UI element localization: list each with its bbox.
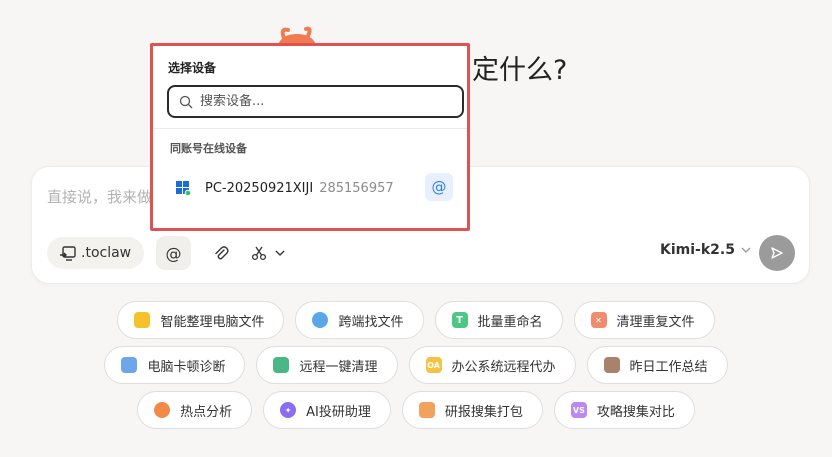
chevron-down-icon[interactable] xyxy=(275,249,285,257)
chip-report-pack[interactable]: 研报搜集打包 xyxy=(401,391,543,429)
chip-find-files[interactable]: 跨端找文件 xyxy=(295,301,424,339)
popover-divider xyxy=(153,128,467,129)
device-search-input[interactable] xyxy=(200,94,440,109)
chip-pc-diagnosis[interactable]: 电脑卡顿诊断 xyxy=(104,346,246,384)
at-icon: @ xyxy=(165,243,182,263)
quick-actions-row-2: 电脑卡顿诊断 远程一键清理 OA 办公系统远程代办 昨日工作总结 xyxy=(0,346,832,384)
chip-ai-research[interactable]: ✦ AI投研助理 xyxy=(263,391,391,429)
online-devices-label: 同账号在线设备 xyxy=(170,142,247,155)
chip-label: 远程一键清理 xyxy=(299,359,378,375)
chip-clean-duplicates[interactable]: ✕ 清理重复文件 xyxy=(573,301,715,339)
t-icon: T xyxy=(451,312,468,328)
oa-icon: OA xyxy=(425,357,442,373)
chip-label: 电脑卡顿诊断 xyxy=(147,359,226,375)
chip-yesterday-summary[interactable]: 昨日工作总结 xyxy=(586,346,728,384)
sparkle-icon: ✦ xyxy=(280,402,297,418)
chip-label: 清理重复文件 xyxy=(616,314,695,330)
quick-actions-row-1: 智能整理电脑文件 跨端找文件 T 批量重命名 ✕ 清理重复文件 xyxy=(0,301,832,339)
flame-icon xyxy=(154,402,171,418)
send-icon xyxy=(771,247,783,259)
quick-actions-row-3: 热点分析 ✦ AI投研助理 研报搜集打包 VS 攻略搜集对比 xyxy=(0,391,832,429)
chip-hot-topics[interactable]: 热点分析 xyxy=(137,391,253,429)
chip-oa-remote[interactable]: OA 办公系统远程代办 xyxy=(408,346,576,384)
clean-icon: ✕ xyxy=(590,312,607,328)
screenshot-button[interactable] xyxy=(251,240,297,266)
chip-guide-compare[interactable]: VS 攻略搜集对比 xyxy=(553,391,695,429)
device-name: PC-20250921XIJI xyxy=(205,180,314,196)
monitor-icon xyxy=(121,357,138,373)
search-icon xyxy=(312,312,329,328)
device-id: 285156957 xyxy=(319,180,394,196)
broom-icon xyxy=(273,357,290,373)
heading-text: 定什么? xyxy=(472,55,568,86)
toclaw-label: .toclaw xyxy=(81,245,132,261)
popover-title: 选择设备 xyxy=(168,61,217,75)
chip-label: 智能整理电脑文件 xyxy=(160,314,265,330)
chip-label: 昨日工作总结 xyxy=(629,359,708,375)
chip-remote-clean[interactable]: 远程一键清理 xyxy=(256,346,398,384)
composer-placeholder[interactable]: 直接说，我来做 xyxy=(47,186,167,207)
at-icon: @ xyxy=(431,178,447,196)
search-icon xyxy=(179,95,193,108)
chip-label: 跨端找文件 xyxy=(338,314,404,330)
chip-label: 办公系统远程代办 xyxy=(451,359,556,375)
chip-label: 研报搜集打包 xyxy=(444,404,523,420)
chip-label: 批量重命名 xyxy=(477,314,543,330)
chip-label: 热点分析 xyxy=(180,404,233,420)
folder-icon xyxy=(134,312,151,328)
bag-icon xyxy=(603,357,620,373)
mention-device-button[interactable]: @ xyxy=(156,236,191,270)
chip-label: AI投研助理 xyxy=(306,404,371,420)
device-select-popover: 选择设备 同账号在线设备 PC-20250921XIJI 285156957 @ xyxy=(150,43,470,231)
windows-icon xyxy=(176,181,191,196)
toclaw-button[interactable]: .toclaw xyxy=(47,237,145,269)
attach-button[interactable] xyxy=(208,240,234,266)
device-search-box[interactable] xyxy=(167,85,464,118)
vs-icon: VS xyxy=(570,402,587,418)
paperclip-icon xyxy=(215,246,229,260)
chevron-down-icon xyxy=(741,247,751,253)
chip-organize-files[interactable]: 智能整理电脑文件 xyxy=(117,301,285,339)
send-button[interactable] xyxy=(759,235,795,271)
model-selector[interactable]: Kimi-k2.5 xyxy=(660,242,751,258)
device-list-item[interactable]: PC-20250921XIJI 285156957 @ xyxy=(175,173,455,203)
mention-device-at-button[interactable]: @ xyxy=(425,173,453,201)
chip-label: 攻略搜集对比 xyxy=(596,404,675,420)
toclaw-icon xyxy=(60,245,76,261)
model-label: Kimi-k2.5 xyxy=(660,242,735,258)
chip-batch-rename[interactable]: T 批量重命名 xyxy=(434,301,563,339)
scissors-icon xyxy=(251,246,267,261)
box-icon xyxy=(418,402,435,418)
page: 定什么? 直接说，我来做 .toclaw @ Kimi-k2.5 智能整理电脑文… xyxy=(0,0,832,457)
